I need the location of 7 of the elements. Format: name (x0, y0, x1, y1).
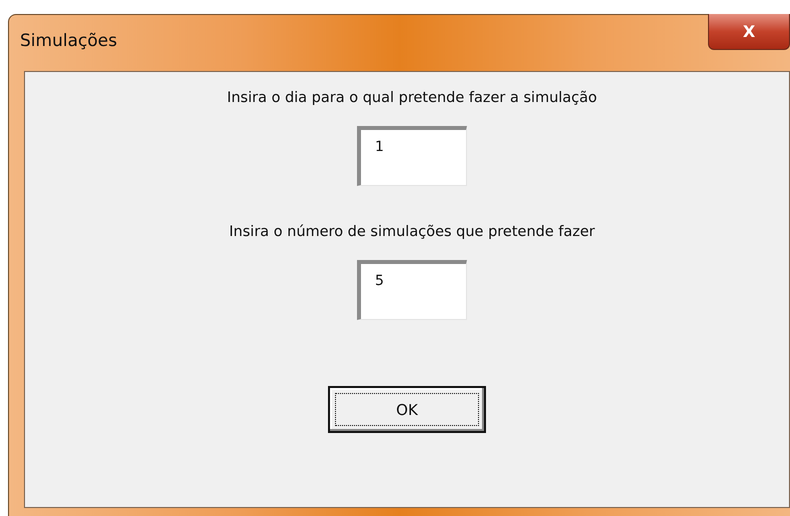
input-field[interactable]: 5 (357, 260, 467, 320)
input-field[interactable]: 1 (357, 126, 467, 186)
field-label: Insira o número de simulações que pretende fazer (229, 224, 595, 240)
close-button[interactable]: X (708, 14, 790, 50)
ok-button[interactable]: OK (328, 386, 486, 433)
field-label: Insira o dia para o qual pretende fazer a simulação (226, 90, 598, 106)
window-title: Simulações (20, 31, 118, 51)
